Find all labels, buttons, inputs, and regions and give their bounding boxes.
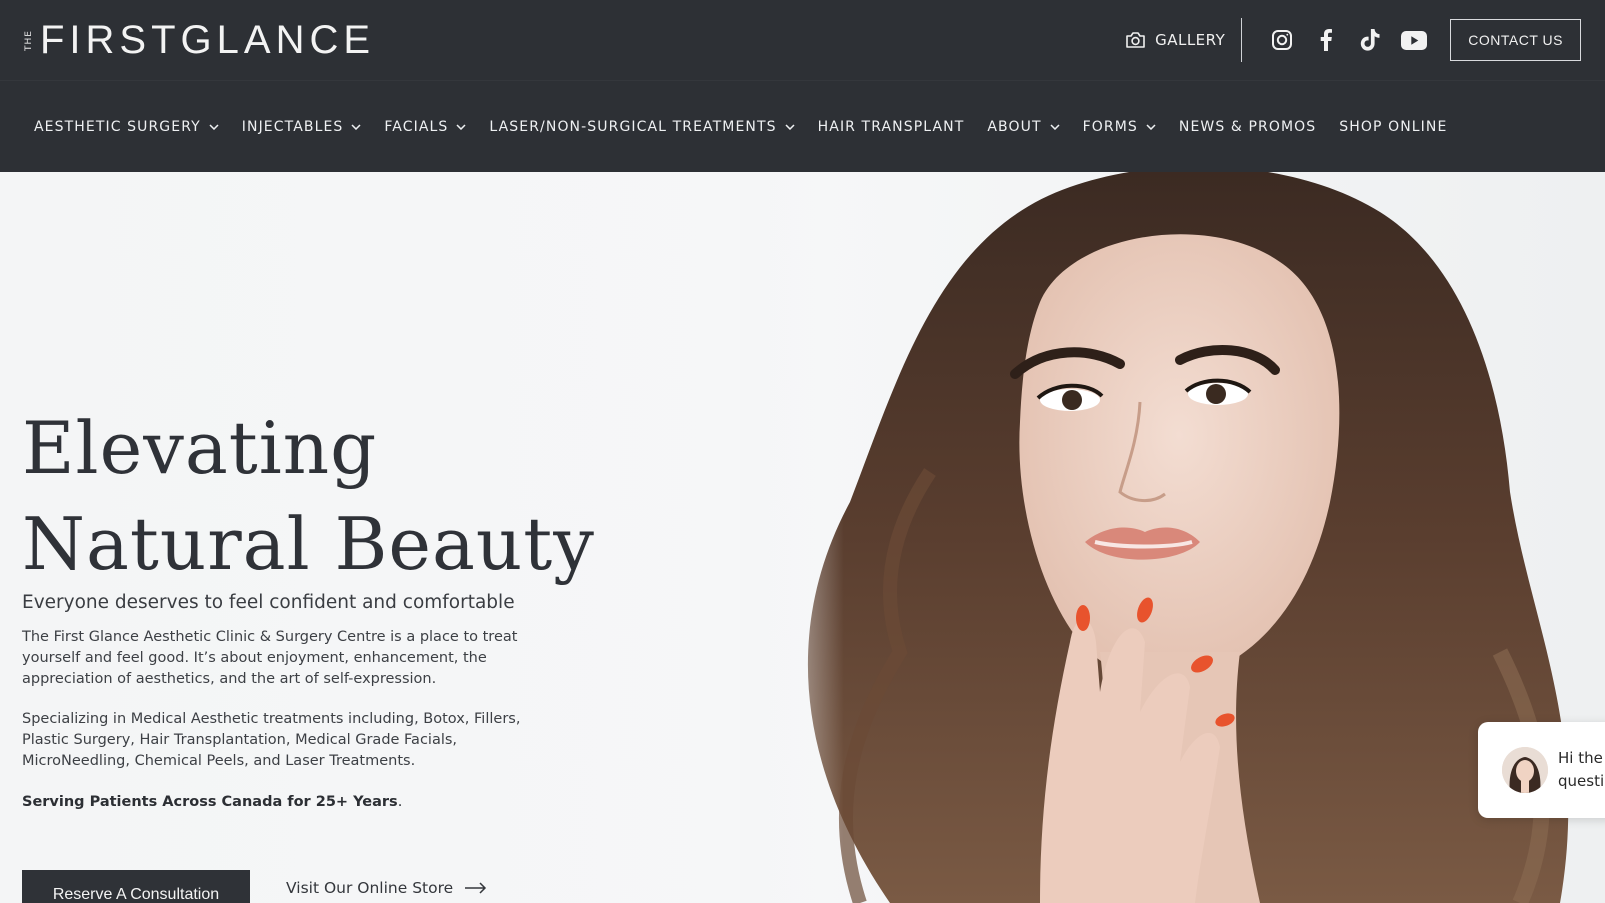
youtube-icon[interactable] xyxy=(1401,27,1428,53)
nav-shop-online[interactable]: SHOP ONLINE xyxy=(1339,119,1447,135)
hero-paragraph-serving: Serving Patients Across Canada for 25+ Y… xyxy=(22,792,562,813)
chevron-down-icon xyxy=(351,123,361,130)
chat-line-2: questi xyxy=(1558,772,1605,790)
nav-label: INJECTABLES xyxy=(241,118,344,135)
main-nav: AESTHETIC SURGERY INJECTABLES FACIALS LA… xyxy=(0,80,1605,172)
instagram-icon[interactable] xyxy=(1269,27,1295,53)
hero-paragraph-specialties: Specializing in Medical Aesthetic treatm… xyxy=(22,711,521,769)
logo-prefix: THE xyxy=(24,29,34,51)
hero-headline: Elevating Natural Beauty xyxy=(22,400,595,592)
serving-text: Serving Patients Across Canada for 25+ Y… xyxy=(22,794,398,810)
top-right-controls: GALLERY CONTACT US xyxy=(1125,18,1581,62)
chevron-down-icon xyxy=(1146,123,1156,130)
arrow-right-icon xyxy=(465,882,487,894)
nav-news-promos[interactable]: NEWS & PROMOS xyxy=(1179,119,1316,135)
headline-line-1: Elevating xyxy=(22,406,378,490)
logo-text: FIRSTGLANCE xyxy=(40,18,376,62)
header-divider xyxy=(1241,18,1243,62)
contact-us-button[interactable]: CONTACT US xyxy=(1450,19,1581,61)
online-store-link[interactable]: Visit Our Online Store xyxy=(286,863,487,903)
nav-label: NEWS & PROMOS xyxy=(1178,118,1317,135)
chat-avatar xyxy=(1502,747,1548,793)
hero-subhead: Everyone deserves to feel confident and … xyxy=(22,592,515,613)
nav-label: FORMS xyxy=(1082,118,1138,135)
chat-line-1: Hi the xyxy=(1558,749,1603,767)
hero-paragraph-intro: The First Glance Aesthetic Clinic & Surg… xyxy=(22,629,518,687)
social-links xyxy=(1260,27,1436,53)
nav-label: HAIR TRANSPLANT xyxy=(817,118,965,135)
hero-section: Elevating Natural Beauty Everyone deserv… xyxy=(0,172,1605,903)
chevron-down-icon xyxy=(1050,123,1060,130)
nav-facials[interactable]: FACIALS xyxy=(384,119,466,135)
site-logo[interactable]: THE FIRSTGLANCE xyxy=(24,20,375,60)
chevron-down-icon xyxy=(456,123,466,130)
chat-widget[interactable]: Hi the questi xyxy=(1478,722,1605,818)
nav-label: LASER/NON-SURGICAL TREATMENTS xyxy=(489,118,777,135)
gallery-label: GALLERY xyxy=(1155,31,1226,49)
online-store-label: Visit Our Online Store xyxy=(286,879,454,897)
nav-aesthetic-surgery[interactable]: AESTHETIC SURGERY xyxy=(34,119,219,135)
hero-portrait-image xyxy=(740,172,1605,903)
headline-line-2: Natural Beauty xyxy=(22,502,595,586)
nav-label: FACIALS xyxy=(384,118,449,135)
chevron-down-icon xyxy=(785,123,795,130)
nav-label: AESTHETIC SURGERY xyxy=(34,118,201,135)
gallery-link[interactable]: GALLERY xyxy=(1125,31,1225,49)
serving-suffix: . xyxy=(397,794,403,810)
nav-injectables[interactable]: INJECTABLES xyxy=(242,119,362,135)
chevron-down-icon xyxy=(209,123,219,130)
facebook-icon[interactable] xyxy=(1313,27,1339,53)
tiktok-icon[interactable] xyxy=(1357,27,1383,53)
nav-label: SHOP ONLINE xyxy=(1339,118,1448,135)
nav-about[interactable]: ABOUT xyxy=(987,118,1060,135)
nav-label: ABOUT xyxy=(987,118,1042,135)
top-bar: THE FIRSTGLANCE GALLERY CONTACT US xyxy=(0,0,1605,80)
nav-forms[interactable]: FORMS xyxy=(1083,119,1156,135)
nav-laser-treatments[interactable]: LASER/NON-SURGICAL TREATMENTS xyxy=(489,118,795,135)
nav-hair-transplant[interactable]: HAIR TRANSPLANT xyxy=(818,119,965,135)
camera-icon xyxy=(1126,32,1145,48)
chat-message: Hi the questi xyxy=(1558,747,1604,793)
reserve-consultation-button[interactable]: Reserve A Consultation xyxy=(22,870,250,903)
